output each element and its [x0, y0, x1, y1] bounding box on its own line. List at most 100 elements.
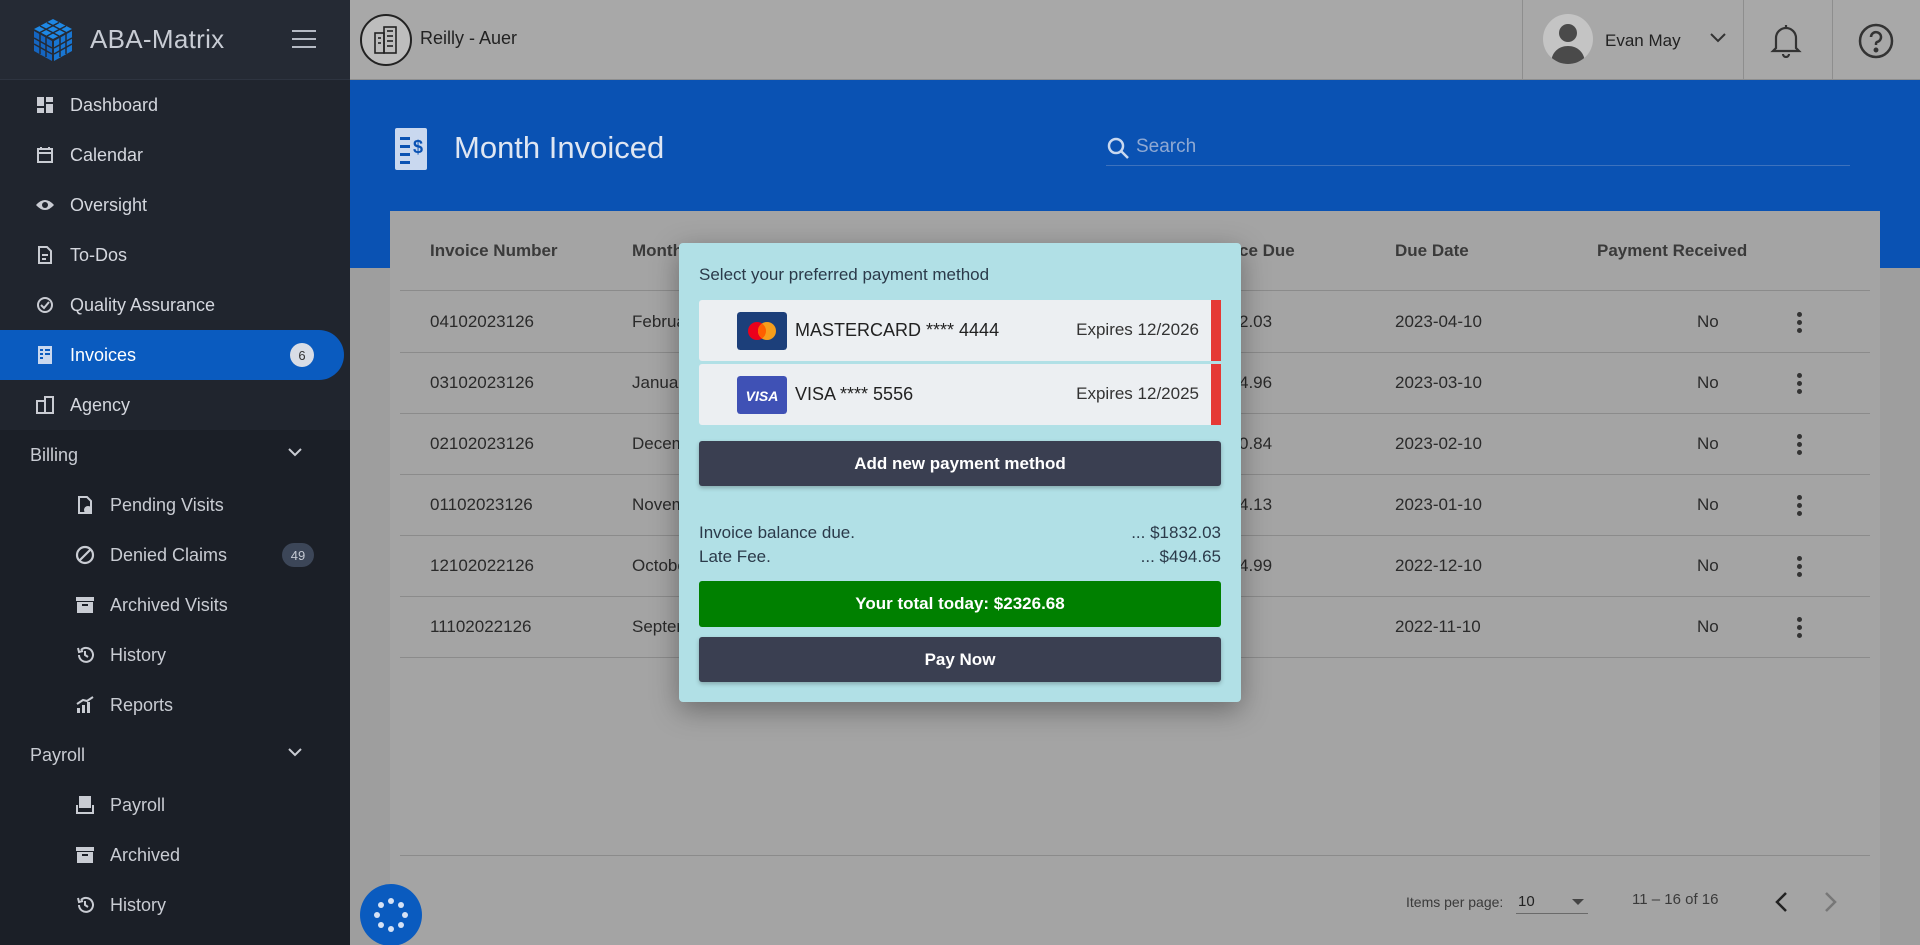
payroll-icon — [74, 794, 96, 816]
add-payment-method-button[interactable]: Add new payment method — [699, 441, 1221, 486]
selection-stripe — [1211, 300, 1221, 361]
sidebar-item-label: Pending Visits — [110, 494, 224, 515]
due-date: 2022-11-10 — [1395, 617, 1481, 636]
sidebar-item-payroll-history[interactable]: History — [0, 880, 350, 930]
todo-icon — [34, 244, 56, 266]
payment-method-expiry: Expires 12/2026 — [1076, 320, 1199, 339]
quality-icon — [34, 294, 56, 316]
pending-visits-icon — [74, 494, 96, 516]
sidebar-item-label: Archived — [110, 844, 181, 865]
payroll-section-header[interactable]: Payroll — [0, 730, 350, 780]
payment-received: No — [1697, 434, 1719, 453]
sidebar-item-reports[interactable]: Reports — [0, 680, 350, 730]
archive-icon — [74, 594, 96, 616]
payment-received: No — [1697, 312, 1719, 331]
invoice-icon — [34, 344, 56, 366]
row-menu-icon[interactable] — [1797, 373, 1803, 395]
payment-method-expiry: Expires 12/2025 — [1076, 384, 1199, 403]
help-icon[interactable] — [1857, 22, 1895, 60]
bell-icon[interactable] — [1770, 22, 1802, 58]
column-header[interactable]: ce Due — [1239, 241, 1295, 261]
sidebar-item-agency[interactable]: Agency — [0, 380, 350, 430]
due-date: 2023-01-10 — [1395, 495, 1482, 514]
payment-method-mastercard[interactable]: MASTERCARD **** 4444 Expires 12/2026 — [699, 300, 1221, 361]
sidebar-item-label: Agency — [70, 394, 131, 415]
loading-spinner-button[interactable] — [360, 884, 422, 945]
column-header[interactable]: Invoice Number — [430, 241, 558, 261]
mastercard-icon — [737, 312, 787, 350]
column-header[interactable]: Due Date — [1395, 241, 1469, 261]
chevron-left-icon[interactable] — [1774, 891, 1790, 913]
chevron-down-icon — [1710, 33, 1726, 43]
row-menu-icon[interactable] — [1797, 556, 1803, 578]
row-menu-icon[interactable] — [1797, 434, 1803, 456]
sidebar-item-label: Dashboard — [70, 94, 159, 115]
sidebar-item-dashboard[interactable]: Dashboard — [0, 80, 350, 130]
row-menu-icon[interactable] — [1797, 495, 1803, 517]
sidebar-item-denied-claims[interactable]: Denied Claims 49 — [0, 530, 350, 580]
caret-down-icon — [1572, 899, 1584, 905]
due-date: 2023-03-10 — [1395, 373, 1482, 392]
sidebar-item-calendar[interactable]: Calendar — [0, 130, 350, 180]
sidebar-item-archived[interactable]: Archived — [0, 830, 350, 880]
search-bar — [1106, 128, 1850, 166]
invoice-number: 03102023126 — [430, 373, 535, 392]
dashboard-icon — [34, 94, 56, 116]
chevron-right-icon[interactable] — [1822, 891, 1838, 913]
sidebar-item-oversight[interactable]: Oversight — [0, 180, 350, 230]
invoice-number: 02102023126 — [430, 434, 535, 453]
brand-name: ABA-Matrix — [90, 24, 225, 54]
payment-received: No — [1697, 556, 1719, 575]
sidebar-item-label: Invoices — [70, 344, 137, 365]
reports-icon — [74, 694, 96, 716]
user-name: Evan May — [1605, 31, 1681, 50]
sidebar-item-label: To-Dos — [70, 244, 128, 265]
denied-icon — [74, 544, 96, 566]
sidebar-item-payroll[interactable]: Payroll — [0, 780, 350, 830]
sidebar-item-pending-visits[interactable]: Pending Visits — [0, 480, 350, 530]
items-per-page-select[interactable]: 10 — [1516, 888, 1588, 914]
row-menu-icon[interactable] — [1797, 617, 1803, 639]
sidebar-item-invoices[interactable]: Invoices 6 — [0, 330, 344, 380]
due-date: 2022-12-10 — [1395, 556, 1482, 575]
sidebar: ABA-Matrix Dashboard Calendar Oversight … — [0, 0, 350, 945]
avatar — [1543, 14, 1593, 64]
pay-now-button[interactable]: Pay Now — [699, 637, 1221, 682]
sidebar-item-label: Oversight — [70, 194, 148, 215]
payment-received: No — [1697, 617, 1719, 636]
sidebar-item-todos[interactable]: To-Dos — [0, 230, 350, 280]
selection-stripe — [1211, 364, 1221, 425]
total-today-banner: Your total today: $2326.68 — [699, 581, 1221, 627]
due-date: 2023-04-10 — [1395, 312, 1482, 331]
page-title: Month Invoiced — [454, 130, 665, 165]
late-fee-value: ... $494.65 — [1140, 547, 1221, 566]
items-per-page-value: 10 — [1518, 893, 1535, 910]
billing-section-header[interactable]: Billing — [0, 430, 350, 480]
balance-due: 2.03 — [1239, 312, 1273, 331]
sidebar-item-label: Denied Claims — [110, 544, 228, 565]
payment-method-visa[interactable]: VISA VISA **** 5556 Expires 12/2025 — [699, 364, 1221, 425]
sidebar-item-label: Reports — [110, 694, 174, 715]
spinner-icon — [374, 898, 408, 932]
user-menu[interactable]: Evan May — [1522, 0, 1744, 80]
hamburger-menu-icon[interactable] — [292, 30, 316, 50]
sidebar-item-history[interactable]: History — [0, 630, 350, 680]
dialog-title: Select your preferred payment method — [699, 265, 990, 284]
sidebar-item-label: History — [110, 894, 167, 915]
search-input[interactable] — [1136, 132, 1836, 162]
column-header[interactable]: Payment Received — [1597, 241, 1747, 261]
sidebar-item-label: Calendar — [70, 144, 144, 165]
late-fee-label: Late Fee. — [699, 547, 771, 566]
invoice-number: 11102022126 — [430, 617, 532, 636]
eye-icon — [34, 194, 56, 216]
invoice-number: 12102022126 — [430, 556, 535, 575]
balance-value: ... $1832.03 — [1131, 523, 1221, 542]
sidebar-item-archived-visits[interactable]: Archived Visits — [0, 580, 350, 630]
pagination-range: 11 – 16 of 16 — [1632, 891, 1719, 908]
sidebar-item-quality-assurance[interactable]: Quality Assurance — [0, 280, 350, 330]
visa-icon: VISA — [737, 376, 787, 414]
row-menu-icon[interactable] — [1797, 312, 1803, 334]
sidebar-item-label: History — [110, 644, 167, 665]
invoices-count-badge: 6 — [290, 343, 314, 367]
payment-received: No — [1697, 373, 1719, 392]
